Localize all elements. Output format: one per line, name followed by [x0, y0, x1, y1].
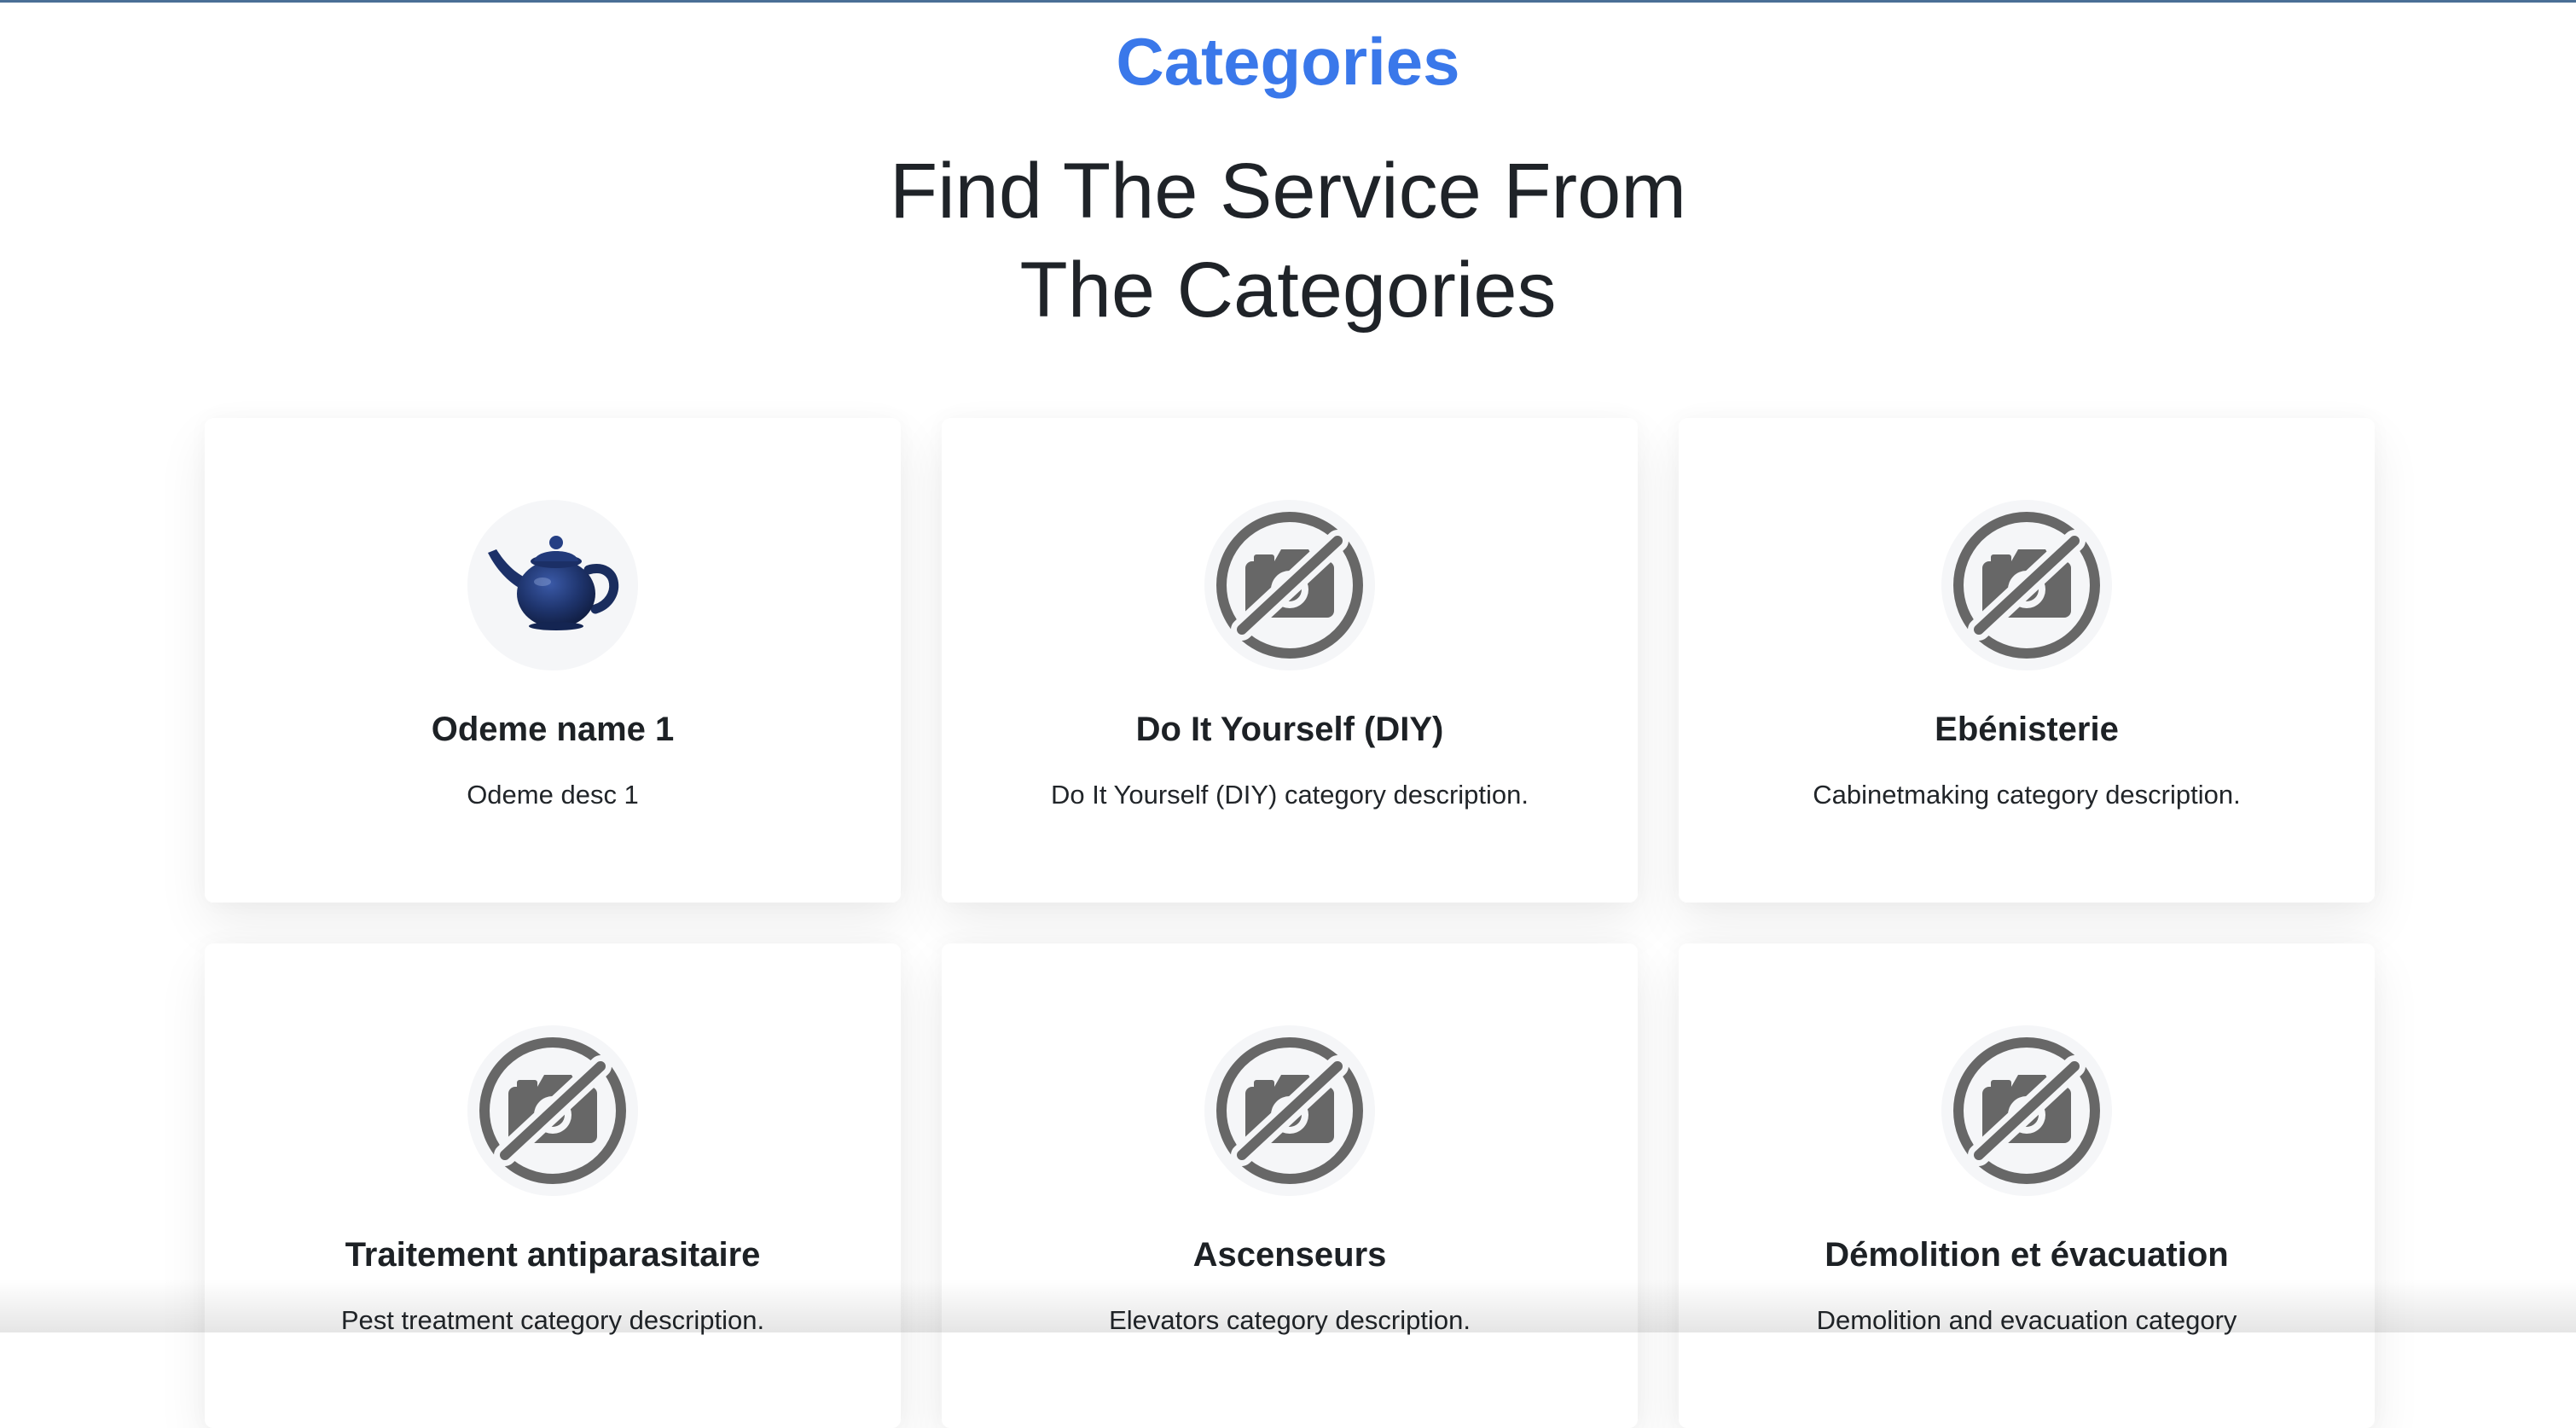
page-title: Find The Service From The Categories	[0, 142, 2576, 340]
category-title: Odeme name 1	[431, 711, 675, 748]
category-title: Traitement antiparasitaire	[345, 1236, 761, 1274]
category-image	[467, 1025, 638, 1196]
category-card-ascenseurs[interactable]: Ascenseurs Elevators category descriptio…	[942, 943, 1638, 1428]
category-image	[1204, 1025, 1375, 1196]
category-image	[1941, 500, 2112, 670]
no-photo-icon	[1216, 1037, 1363, 1184]
category-card-demolition-et-evacuation[interactable]: Démolition et évacuation Demolition and …	[1679, 943, 2375, 1428]
teapot-image	[488, 536, 619, 630]
no-photo-icon	[1953, 512, 2100, 659]
category-title: Ascenseurs	[1192, 1236, 1387, 1274]
category-title: Démolition et évacuation	[1825, 1236, 2229, 1274]
category-grid: Odeme name 1 Odeme desc 1 Do It Yourself…	[205, 418, 2375, 1428]
no-photo-icon	[1216, 512, 1363, 659]
category-description: Demolition and evacuation category	[1816, 1305, 2237, 1335]
category-title: Ebénisterie	[1935, 711, 2119, 748]
section-label: Categories	[1116, 24, 1460, 99]
category-image	[467, 500, 638, 670]
category-card-traitement-antiparasitaire[interactable]: Traitement antiparasitaire Pest treatmen…	[205, 943, 901, 1428]
page-title-line-1: Find The Service From	[890, 148, 1686, 235]
category-image	[1204, 500, 1375, 670]
category-title: Do It Yourself (DIY)	[1135, 711, 1444, 748]
category-card-diy[interactable]: Do It Yourself (DIY) Do It Yourself (DIY…	[942, 418, 1638, 903]
category-description: Pest treatment category description.	[340, 1305, 765, 1335]
category-image	[1941, 1025, 2112, 1196]
category-card-ebenisterie[interactable]: Ebénisterie Cabinetmaking category descr…	[1679, 418, 2375, 903]
category-description: Odeme desc 1	[467, 780, 639, 810]
top-border	[0, 0, 2576, 3]
category-card-odeme-name-1[interactable]: Odeme name 1 Odeme desc 1	[205, 418, 901, 903]
category-description: Cabinetmaking category description.	[1813, 780, 2241, 810]
page-title-line-2: The Categories	[1019, 247, 1557, 334]
category-description: Elevators category description.	[1109, 1305, 1471, 1335]
category-description: Do It Yourself (DIY) category descriptio…	[1051, 780, 1529, 810]
no-photo-icon	[1953, 1037, 2100, 1184]
no-photo-icon	[479, 1037, 626, 1184]
